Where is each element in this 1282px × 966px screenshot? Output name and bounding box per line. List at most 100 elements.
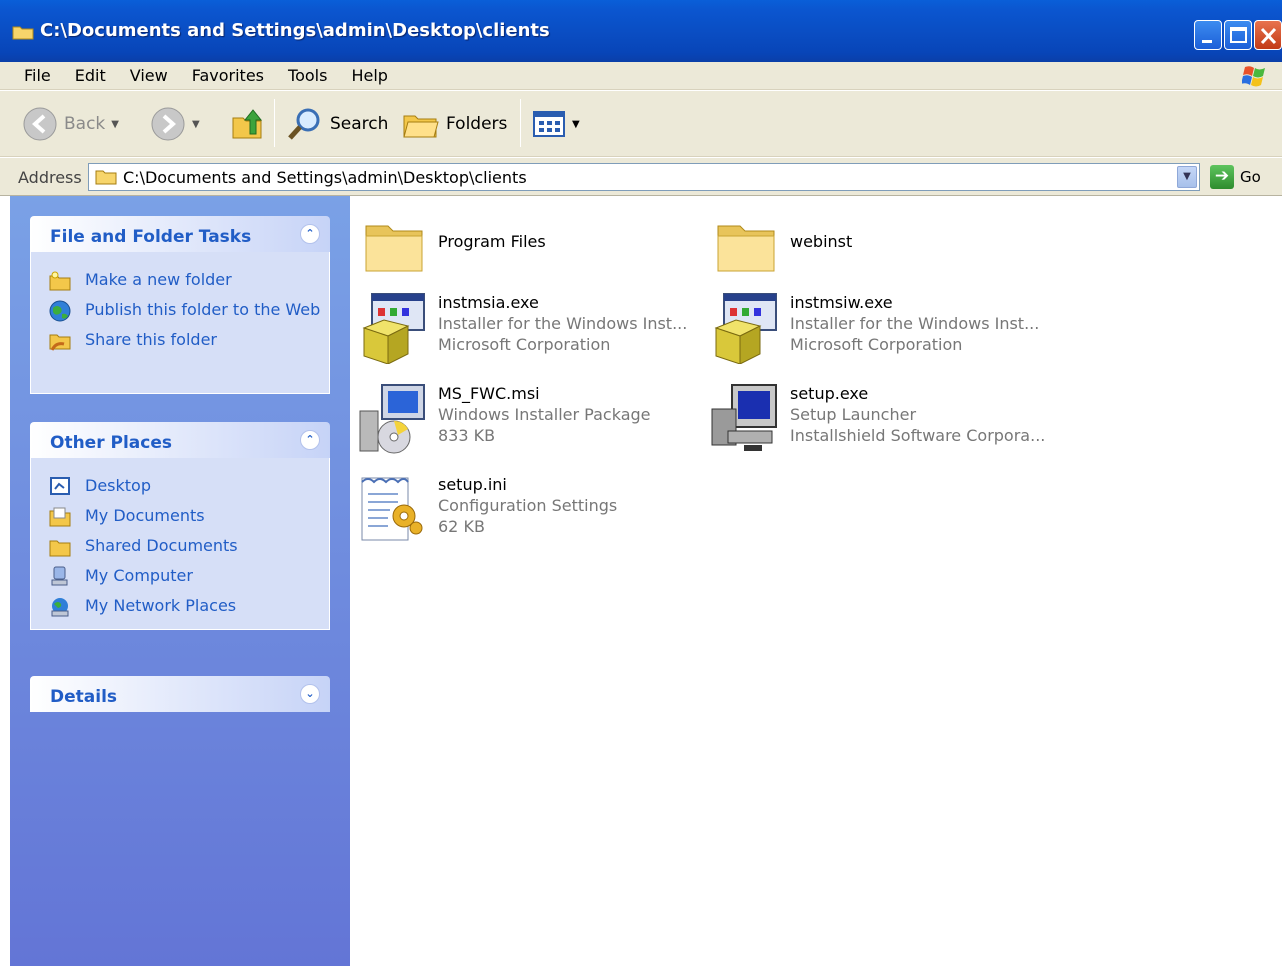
back-dropdown-icon[interactable]: ▼ bbox=[111, 119, 119, 130]
desktop-icon bbox=[50, 477, 70, 495]
toolbar: Back ▼ ▼ Search Folders ▼ bbox=[0, 91, 1282, 157]
views-button[interactable]: ▼ bbox=[532, 105, 580, 143]
share-folder-icon bbox=[49, 334, 71, 351]
globe-icon bbox=[49, 300, 71, 322]
close-button[interactable] bbox=[1254, 20, 1282, 50]
window-title: C:\Documents and Settings\admin\Desktop\… bbox=[40, 20, 550, 41]
menu-help[interactable]: Help bbox=[339, 66, 399, 85]
minimize-button[interactable] bbox=[1194, 20, 1222, 50]
other-places-panel: Other Places ⌃ Desktop My Documents Shar… bbox=[30, 422, 330, 630]
address-dropdown-button[interactable]: ▼ bbox=[1177, 166, 1197, 188]
address-input[interactable]: C:\Documents and Settings\admin\Desktop\… bbox=[88, 163, 1200, 191]
msi-package-icon bbox=[359, 384, 425, 454]
menu-edit[interactable]: Edit bbox=[63, 66, 118, 85]
menu-favorites[interactable]: Favorites bbox=[180, 66, 276, 85]
panel-title: File and Folder Tasks bbox=[50, 227, 252, 247]
new-folder-icon bbox=[49, 271, 71, 291]
search-button[interactable]: Search bbox=[286, 105, 388, 143]
file-name: MS_FWC.msi bbox=[438, 384, 540, 403]
views-dropdown-icon[interactable]: ▼ bbox=[572, 119, 580, 130]
file-size: 62 KB bbox=[438, 517, 485, 536]
file-name: setup.exe bbox=[790, 384, 869, 403]
my-computer-icon bbox=[51, 566, 68, 586]
file-name: webinst bbox=[790, 232, 853, 251]
other-place-my-documents[interactable]: My Documents bbox=[49, 506, 329, 528]
other-place-my-network-places[interactable]: My Network Places bbox=[49, 596, 329, 618]
windows-logo-icon bbox=[1242, 66, 1265, 87]
file-item-setup-exe[interactable]: setup.exe Setup Launcher Installshield S… bbox=[710, 383, 1045, 455]
publish-folder-link[interactable]: Publish this folder to the Web bbox=[49, 300, 329, 322]
installer-icon bbox=[362, 293, 425, 364]
other-place-shared-documents[interactable]: Shared Documents bbox=[49, 536, 329, 558]
up-folder-icon bbox=[232, 109, 263, 139]
back-button[interactable]: Back ▼ bbox=[22, 105, 119, 143]
file-item-program-files[interactable]: Program Files bbox=[358, 206, 546, 278]
address-label: Address bbox=[18, 168, 82, 187]
title-bar[interactable]: C:\Documents and Settings\admin\Desktop\… bbox=[0, 0, 1282, 62]
menu-file[interactable]: File bbox=[12, 66, 63, 85]
file-item-webinst[interactable]: webinst bbox=[710, 206, 852, 278]
config-file-icon bbox=[361, 477, 423, 541]
address-bar: Address C:\Documents and Settings\admin\… bbox=[0, 158, 1282, 196]
menu-tools[interactable]: Tools bbox=[276, 66, 339, 85]
go-label: Go bbox=[1240, 168, 1261, 186]
search-icon bbox=[288, 108, 320, 140]
file-name: instmsiw.exe bbox=[790, 293, 893, 312]
file-name: instmsia.exe bbox=[438, 293, 539, 312]
folder-icon bbox=[12, 26, 34, 40]
task-pane: File and Folder Tasks ⌃ Make a new folde… bbox=[10, 196, 350, 966]
make-new-folder-link[interactable]: Make a new folder bbox=[49, 270, 329, 292]
file-folder-tasks-header[interactable]: File and Folder Tasks ⌃ bbox=[30, 216, 330, 252]
folder-icon bbox=[717, 225, 775, 272]
shared-documents-icon bbox=[49, 540, 71, 557]
setup-launcher-icon bbox=[711, 384, 777, 451]
file-item-setup-ini[interactable]: setup.ini Configuration Settings 62 KB bbox=[358, 474, 617, 546]
folder-icon bbox=[95, 170, 117, 185]
file-description: Installer for the Windows Inst... bbox=[438, 314, 688, 333]
maximize-button[interactable] bbox=[1224, 20, 1252, 50]
details-header[interactable]: Details ⌄ bbox=[30, 676, 330, 712]
file-name: setup.ini bbox=[438, 475, 507, 494]
menu-bar: File Edit View Favorites Tools Help bbox=[0, 62, 1282, 90]
folder-icon bbox=[365, 225, 423, 272]
file-folder-tasks-panel: File and Folder Tasks ⌃ Make a new folde… bbox=[30, 216, 330, 394]
other-places-header[interactable]: Other Places ⌃ bbox=[30, 422, 330, 458]
collapse-icon[interactable]: ⌃ bbox=[300, 430, 320, 450]
folders-icon bbox=[403, 115, 439, 138]
other-place-my-computer[interactable]: My Computer bbox=[49, 566, 329, 588]
file-company: Microsoft Corporation bbox=[790, 335, 963, 354]
forward-dropdown-icon[interactable]: ▼ bbox=[192, 119, 200, 130]
share-folder-link[interactable]: Share this folder bbox=[49, 330, 329, 352]
file-description: Windows Installer Package bbox=[438, 405, 651, 424]
collapse-icon[interactable]: ⌃ bbox=[300, 224, 320, 244]
menu-view[interactable]: View bbox=[118, 66, 180, 85]
go-button[interactable]: ➔ Go bbox=[1210, 165, 1261, 189]
address-value: C:\Documents and Settings\admin\Desktop\… bbox=[123, 167, 527, 187]
panel-title: Details bbox=[50, 687, 118, 707]
network-places-icon bbox=[51, 598, 69, 617]
my-documents-icon bbox=[49, 507, 71, 527]
file-item-instmsiw[interactable]: instmsiw.exe Installer for the Windows I… bbox=[710, 292, 1039, 364]
file-description: Installer for the Windows Inst... bbox=[790, 314, 1040, 333]
back-arrow-icon bbox=[23, 107, 57, 141]
file-item-ms-fwc[interactable]: MS_FWC.msi Windows Installer Package 833… bbox=[358, 383, 651, 455]
go-arrow-icon: ➔ bbox=[1210, 165, 1234, 189]
file-description: Configuration Settings bbox=[438, 496, 618, 515]
other-place-desktop[interactable]: Desktop bbox=[49, 476, 329, 498]
views-icon bbox=[533, 111, 565, 137]
forward-arrow-icon bbox=[151, 107, 185, 141]
file-description: Setup Launcher bbox=[790, 405, 917, 424]
up-folder-button[interactable] bbox=[230, 105, 266, 143]
file-company: Microsoft Corporation bbox=[438, 335, 611, 354]
file-name: Program Files bbox=[438, 232, 546, 251]
installer-icon bbox=[714, 293, 777, 364]
forward-button[interactable]: ▼ bbox=[150, 105, 200, 143]
expand-icon[interactable]: ⌄ bbox=[300, 684, 320, 704]
panel-title: Other Places bbox=[50, 433, 172, 453]
maximize-icon bbox=[1230, 27, 1247, 43]
file-item-instmsia[interactable]: instmsia.exe Installer for the Windows I… bbox=[358, 292, 687, 364]
file-company: Installshield Software Corpora... bbox=[790, 426, 1046, 445]
folders-button[interactable]: Folders bbox=[402, 105, 507, 143]
close-icon bbox=[1260, 27, 1277, 45]
details-panel: Details ⌄ bbox=[30, 676, 330, 712]
